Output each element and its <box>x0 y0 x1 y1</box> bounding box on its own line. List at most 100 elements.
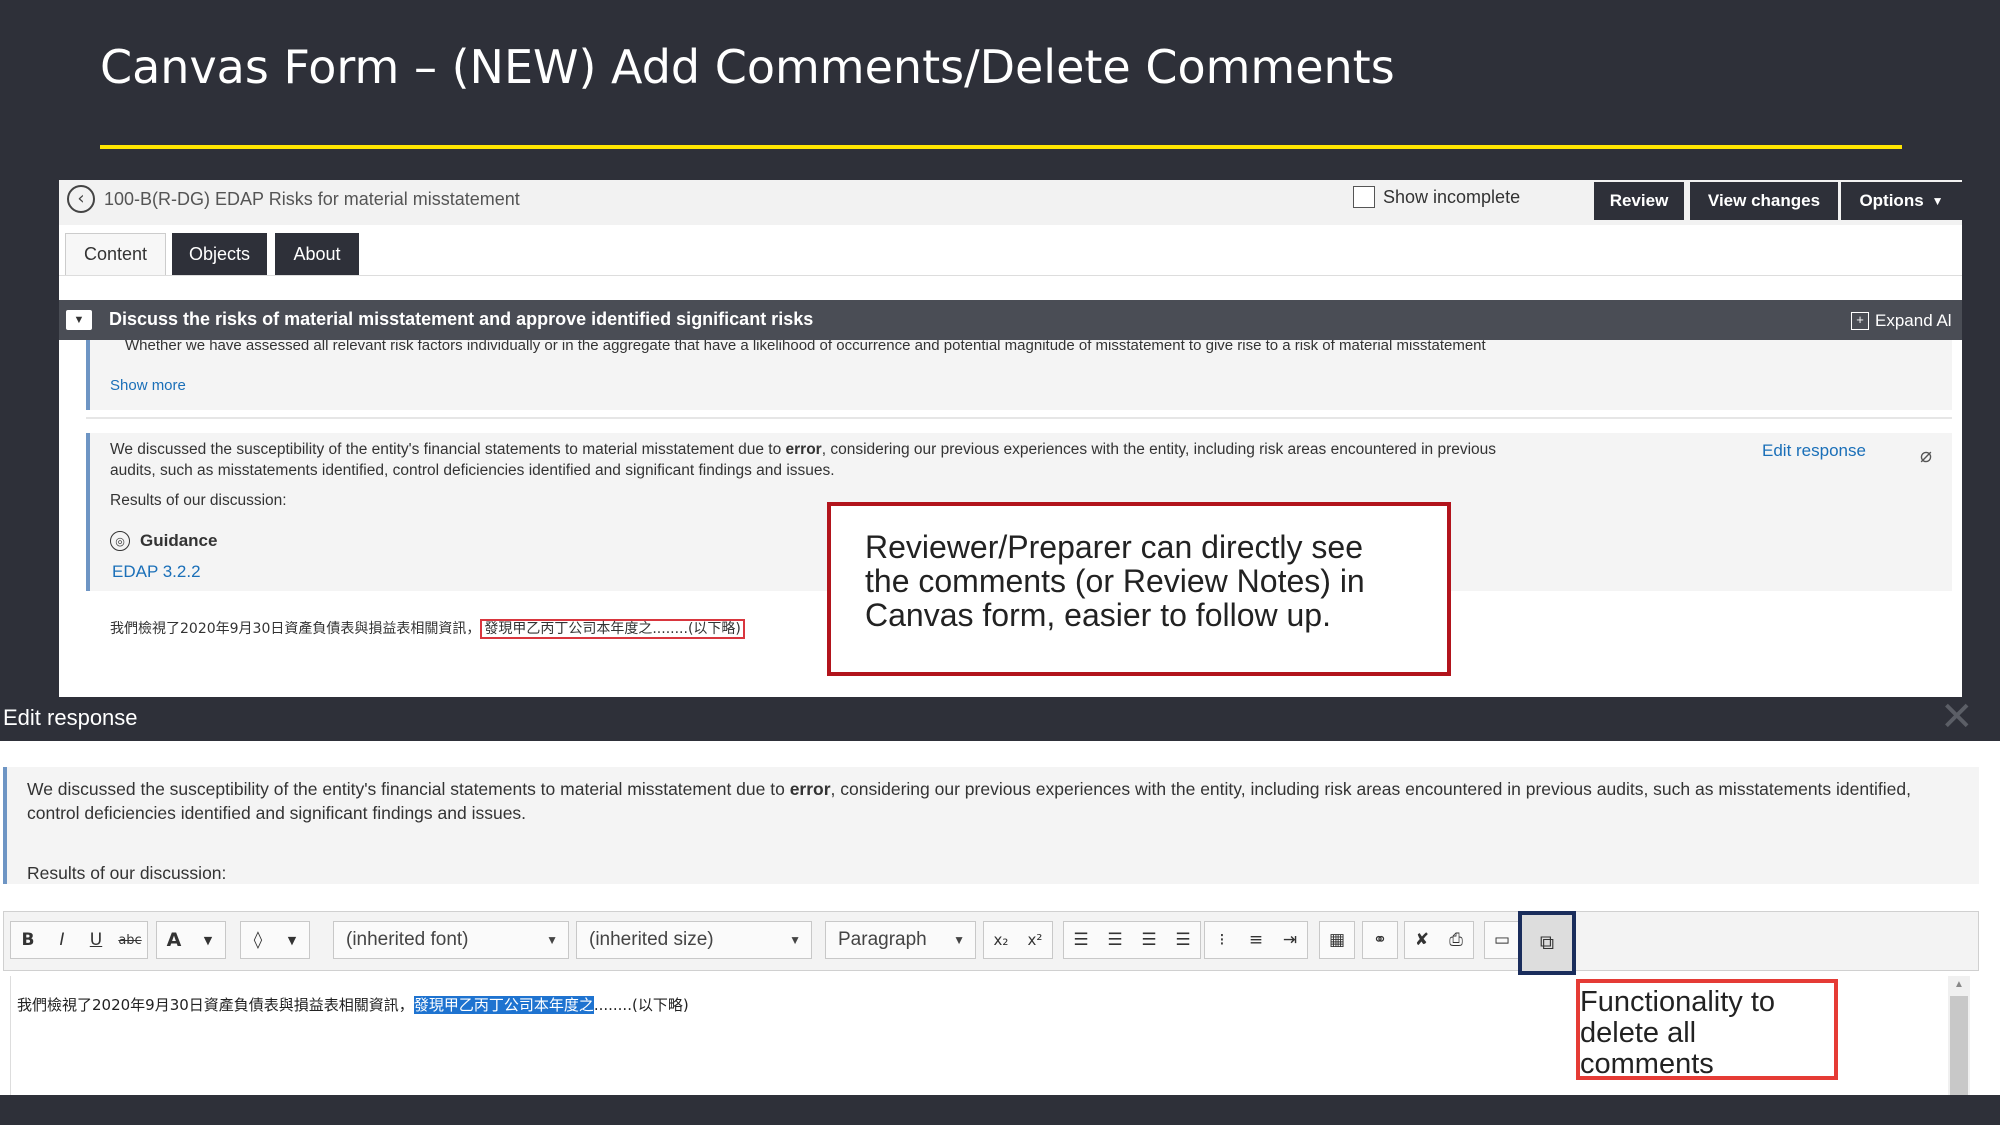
edit-response-title: Edit response <box>3 705 138 730</box>
paragraph-value: Paragraph <box>838 929 927 950</box>
show-more-link[interactable]: Show more <box>110 377 186 394</box>
scroll-thumb[interactable] <box>1950 996 1968 1096</box>
divider <box>86 417 1952 419</box>
caret-down-icon: ▼ <box>1931 194 1944 208</box>
response-text-part: We discussed the susceptibility of the e… <box>110 441 786 458</box>
italic-button[interactable]: I <box>45 922 79 958</box>
compass-icon: ◎ <box>110 531 130 551</box>
callout-reviewer-note: Reviewer/Preparer can directly see the c… <box>827 502 1451 676</box>
editor-trailing-text: ........(以下略) <box>593 996 689 1014</box>
font-color-dropdown-icon[interactable]: ▼ <box>191 922 225 958</box>
review-button[interactable]: Review <box>1594 182 1684 220</box>
edit-description-bold: error <box>789 779 831 799</box>
list-group: ⁝ ≡ ⇥ <box>1204 921 1308 959</box>
edit-response-header: Edit response ✕ <box>0 697 2000 741</box>
table-group: ▦ <box>1319 921 1355 959</box>
answer-plain-text: 我們檢視了2020年9月30日資產負債表與損益表相關資訊， <box>110 621 481 637</box>
response-text-bold: error <box>785 441 822 458</box>
form-title: 100-B(R-DG) EDAP Risks for material miss… <box>104 189 520 209</box>
link-icon[interactable]: ⚭ <box>1363 922 1397 958</box>
clean-print-group: ✘ ⎙ <box>1404 921 1474 959</box>
paperclip-icon[interactable]: ⌀ <box>1920 443 1932 468</box>
options-label: Options <box>1859 191 1924 210</box>
underline-button[interactable]: U <box>79 922 113 958</box>
superscript-button[interactable]: x² <box>1018 922 1052 958</box>
clear-format-icon[interactable]: ✘ <box>1405 922 1439 958</box>
edap-link[interactable]: EDAP 3.2.2 <box>112 562 201 582</box>
highlight-dropdown-icon[interactable]: ▼ <box>275 922 309 958</box>
title-rule <box>100 145 1902 149</box>
font-color-group: A ▼ <box>156 921 226 959</box>
guidance-label: Guidance <box>140 531 218 550</box>
font-family-value: (inherited font) <box>346 929 469 950</box>
options-button[interactable]: Options ▼ <box>1841 182 1962 220</box>
strikethrough-button[interactable]: abc <box>113 922 147 958</box>
align-center-icon[interactable]: ☰ <box>1098 922 1132 958</box>
font-family-select[interactable]: (inherited font) ▼ <box>333 921 569 959</box>
bold-button[interactable]: B <box>11 922 45 958</box>
show-incomplete-toggle[interactable]: Show incomplete <box>1353 186 1520 208</box>
editor-plain-text: 我們檢視了2020年9月30日資產負債表與損益表相關資訊， <box>17 996 414 1014</box>
slide-title: Canvas Form – (NEW) Add Comments/Delete … <box>100 40 1395 94</box>
section-header: ▼ Discuss the risks of material misstate… <box>59 300 1962 340</box>
numbered-list-icon[interactable]: ≡ <box>1239 922 1273 958</box>
view-changes-button[interactable]: View changes <box>1690 182 1838 220</box>
delete-comments-icon: ⧉ <box>1539 931 1555 954</box>
script-group: x₂ x² <box>983 921 1053 959</box>
editor-selected-text[interactable]: 發現甲乙丙丁公司本年度之 <box>413 996 594 1014</box>
form-topbar: ‹ 100-B(R-DG) EDAP Risks for material mi… <box>59 180 1962 225</box>
section-title: Discuss the risks of material misstateme… <box>109 309 814 329</box>
edit-results-label: Results of our discussion: <box>27 863 227 883</box>
chevron-down-icon: ▼ <box>546 933 558 947</box>
chevron-down-icon: ▼ <box>953 933 965 947</box>
expand-icon: + <box>1851 312 1869 330</box>
align-left-icon[interactable]: ☰ <box>1064 922 1098 958</box>
bottom-strip <box>0 1095 2000 1125</box>
response-text: We discussed the susceptibility of the e… <box>110 439 1510 481</box>
delete-all-comments-button[interactable]: ⧉ <box>1518 911 1576 975</box>
print-icon[interactable]: ⎙ <box>1439 922 1473 958</box>
collapse-icon[interactable]: ▼ <box>66 310 92 330</box>
close-icon[interactable]: ✕ <box>1940 697 1974 737</box>
response-answer: 我們檢視了2020年9月30日資產負債表與損益表相關資訊， 發現甲乙丙丁公司本年度… <box>110 618 745 639</box>
bullet-list-icon[interactable]: ⁝ <box>1205 922 1239 958</box>
show-incomplete-checkbox[interactable] <box>1353 186 1375 208</box>
tab-content[interactable]: Content <box>65 233 166 275</box>
tab-objects[interactable]: Objects <box>172 233 267 275</box>
indent-icon[interactable]: ⇥ <box>1273 922 1307 958</box>
commented-text[interactable]: 發現甲乙丙丁公司本年度之........(以下略) <box>480 619 745 639</box>
scroll-up-icon[interactable]: ▲ <box>1948 976 1970 994</box>
tab-underline <box>59 275 1962 276</box>
chevron-down-icon: ▼ <box>789 933 801 947</box>
expand-all-label: Expand Al <box>1875 311 1952 330</box>
editor-toolbar: B I U abc A ▼ ◊ ▼ (inherited font) ▼ (inh… <box>3 911 1979 971</box>
highlight-drop-icon[interactable]: ◊ <box>241 922 275 958</box>
link-group: ⚭ <box>1362 921 1398 959</box>
highlight-color-group: ◊ ▼ <box>240 921 310 959</box>
back-arrow-icon[interactable]: ‹ <box>67 185 95 213</box>
paragraph-select[interactable]: Paragraph ▼ <box>825 921 976 959</box>
add-comment-icon[interactable]: ▭ <box>1485 922 1519 958</box>
subscript-button[interactable]: x₂ <box>984 922 1018 958</box>
align-group: ☰ ☰ ☰ ☰ <box>1063 921 1201 959</box>
results-label: Results of our discussion: <box>110 492 287 509</box>
font-color-button[interactable]: A <box>157 922 191 958</box>
show-incomplete-label: Show incomplete <box>1383 186 1521 207</box>
table-icon[interactable]: ▦ <box>1320 922 1354 958</box>
format-group: B I U abc <box>10 921 148 959</box>
guidance-bullets: Whether we have assessed all relevant ri… <box>86 340 1952 410</box>
callout-delete-note: Functionality to delete all comments <box>1576 979 1838 1080</box>
editor-scrollbar[interactable]: ▲ <box>1948 976 1970 1096</box>
font-size-select[interactable]: (inherited size) ▼ <box>576 921 812 959</box>
align-justify-icon[interactable]: ☰ <box>1166 922 1200 958</box>
edit-description-part: We discussed the susceptibility of the e… <box>27 779 790 799</box>
edit-response-link[interactable]: Edit response <box>1762 441 1866 461</box>
guidance-heading: ◎ Guidance <box>110 531 217 551</box>
expand-all-button[interactable]: + Expand Al <box>1851 311 1952 331</box>
editor-text[interactable]: 我們檢視了2020年9月30日資產負債表與損益表相關資訊，發現甲乙丙丁公司本年度… <box>17 994 689 1015</box>
font-size-value: (inherited size) <box>589 929 714 950</box>
edit-description-text: We discussed the susceptibility of the e… <box>27 777 1957 825</box>
align-right-icon[interactable]: ☰ <box>1132 922 1166 958</box>
tab-about[interactable]: About <box>275 233 359 275</box>
edit-description-box: We discussed the susceptibility of the e… <box>3 767 1979 884</box>
